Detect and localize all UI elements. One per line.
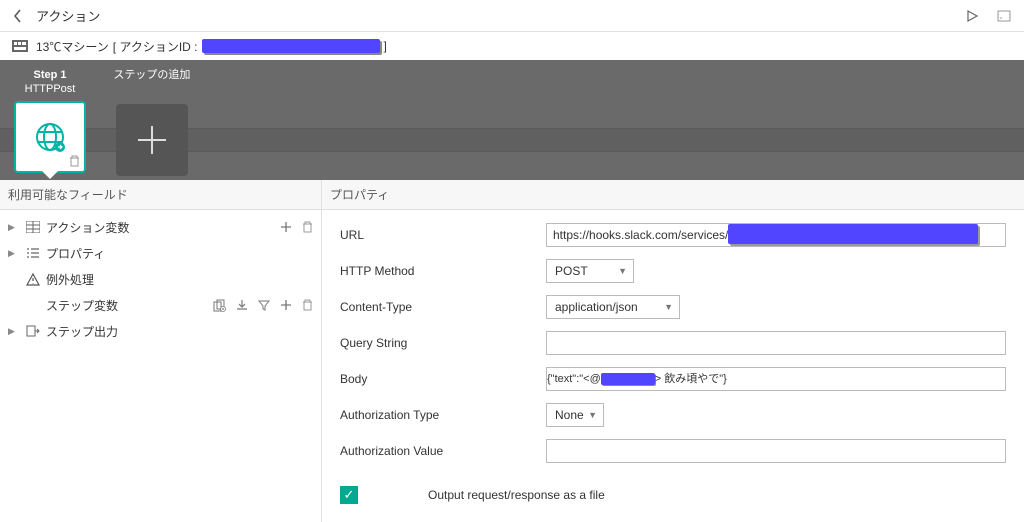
- delete-icon[interactable]: [302, 299, 313, 312]
- label-exception: 例外処理: [46, 271, 313, 288]
- page-title: アクション: [36, 6, 100, 25]
- chevron-right-icon: ▶: [8, 222, 20, 233]
- properties-title: プロパティ: [322, 180, 1024, 210]
- label-action-vars: アクション変数: [46, 219, 280, 236]
- copy-icon[interactable]: [213, 299, 226, 312]
- auth-type-select[interactable]: None▼: [546, 403, 604, 427]
- auth-value-label: Authorization Value: [340, 444, 546, 458]
- query-string-input[interactable]: [546, 331, 1006, 355]
- label-step-vars: ステップ変数: [46, 297, 213, 314]
- tree-row-exception[interactable]: 例外処理: [0, 266, 321, 292]
- list-icon: [24, 247, 42, 259]
- url-redacted: [728, 224, 978, 244]
- action-id-label: [ アクションID :: [113, 38, 198, 55]
- tree-row-step-vars[interactable]: ステップ変数: [0, 292, 321, 318]
- url-label: URL: [340, 228, 546, 242]
- add-step-tile[interactable]: [116, 104, 188, 176]
- action-id-close: ]: [384, 39, 387, 53]
- add-step-label: ステップの追加: [113, 69, 190, 81]
- chevron-down-icon: ▼: [588, 410, 597, 420]
- globe-icon: [33, 120, 67, 154]
- add-icon[interactable]: [280, 299, 292, 312]
- add-icon[interactable]: [280, 221, 292, 233]
- trash-icon[interactable]: [69, 155, 80, 167]
- auth-type-label: Authorization Type: [340, 408, 546, 422]
- method-label: HTTP Method: [340, 264, 546, 278]
- tree-row-action-vars[interactable]: ▶ アクション変数: [0, 214, 321, 240]
- tree-row-properties[interactable]: ▶ プロパティ: [0, 240, 321, 266]
- terminal-icon[interactable]: [992, 4, 1016, 28]
- step1-tile[interactable]: [14, 101, 86, 173]
- chevron-down-icon: ▼: [664, 302, 673, 312]
- table-icon: [24, 221, 42, 233]
- chevron-right-icon: ▶: [8, 326, 20, 337]
- auth-value-input[interactable]: [546, 439, 1006, 463]
- query-string-label: Query String: [340, 336, 546, 350]
- content-type-label: Content-Type: [340, 300, 546, 314]
- delete-icon[interactable]: [302, 221, 313, 233]
- output-icon: [24, 325, 42, 337]
- download-icon[interactable]: [236, 299, 248, 312]
- action-id-redacted: [202, 39, 380, 53]
- body-label: Body: [340, 372, 546, 386]
- output-file-label: Output request/response as a file: [428, 488, 605, 502]
- plus-icon: [138, 126, 166, 154]
- method-select[interactable]: POST▼: [546, 259, 634, 283]
- available-fields-title: 利用可能なフィールド: [0, 180, 321, 210]
- chevron-down-icon: ▼: [618, 266, 627, 276]
- machine-name: 13℃マシーン: [36, 38, 109, 55]
- content-type-select[interactable]: application/json▼: [546, 295, 680, 319]
- body-input[interactable]: {"text":"<@> 飲み頃やで"}: [546, 367, 1006, 391]
- chevron-right-icon: ▶: [8, 248, 20, 259]
- play-icon[interactable]: [960, 4, 984, 28]
- tree-row-step-output[interactable]: ▶ ステップ出力: [0, 318, 321, 344]
- output-file-checkbox[interactable]: ✓: [340, 486, 358, 504]
- step1-name: Step 1: [25, 68, 76, 82]
- step1-type: HTTPPost: [25, 82, 76, 96]
- label-properties: プロパティ: [46, 245, 313, 262]
- machine-icon: [12, 40, 28, 52]
- body-redacted: [601, 373, 655, 385]
- label-step-output: ステップ出力: [46, 323, 313, 340]
- warning-icon: [24, 273, 42, 286]
- filter-icon[interactable]: [258, 299, 270, 312]
- back-button[interactable]: [8, 9, 28, 23]
